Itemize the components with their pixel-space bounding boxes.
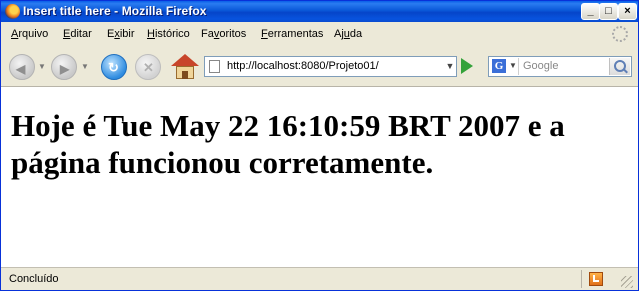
chevron-down-icon: ▼ <box>509 61 517 70</box>
menu-ajuda[interactable]: Ajuda <box>334 28 362 40</box>
stop-button[interactable]: ✕ <box>135 54 161 80</box>
firefox-icon <box>5 4 20 19</box>
search-engine-selector[interactable]: G ▼ <box>490 58 519 75</box>
menu-bar: Arquivo Editar Exibir Histórico Favorito… <box>1 22 638 47</box>
minimize-button[interactable]: _ <box>581 3 600 20</box>
menu-historico[interactable]: Histórico <box>147 28 190 40</box>
forward-arrow-icon: ▶ <box>60 62 70 76</box>
reload-button[interactable]: ↻ <box>101 54 127 80</box>
home-button[interactable] <box>171 54 199 80</box>
address-bar[interactable]: http://localhost:8080/Projeto01/ ▼ <box>204 56 457 77</box>
google-icon: G <box>492 59 506 73</box>
throbber-icon <box>612 26 628 42</box>
back-button[interactable]: ◀ <box>9 54 35 80</box>
menu-exibir[interactable]: Exibir <box>107 28 135 40</box>
back-arrow-icon: ◀ <box>16 62 26 76</box>
menu-editar[interactable]: Editar <box>63 28 92 40</box>
stop-icon: ✕ <box>143 60 154 75</box>
search-placeholder[interactable]: Google <box>523 60 558 72</box>
browser-window: Insert title here - Mozilla Firefox _ □ … <box>0 0 639 291</box>
page-content: Hoje é Tue May 22 16:10:59 BRT 2007 e a … <box>1 87 638 267</box>
address-value[interactable]: http://localhost:8080/Projeto01/ <box>227 60 379 72</box>
forward-history-dropdown[interactable]: ▼ <box>81 62 89 71</box>
home-icon <box>171 54 199 66</box>
menu-favoritos[interactable]: Favoritos <box>201 28 246 40</box>
address-dropdown[interactable]: ▼ <box>443 59 457 74</box>
status-text: Concluído <box>9 273 59 285</box>
title-bar[interactable]: Insert title here - Mozilla Firefox _ □ … <box>1 1 638 22</box>
reload-icon: ↻ <box>108 60 119 75</box>
maximize-button[interactable]: □ <box>599 3 618 20</box>
status-divider <box>581 270 582 288</box>
menu-arquivo[interactable]: Arquivo <box>11 28 48 40</box>
forward-button[interactable]: ▶ <box>51 54 77 80</box>
search-button[interactable] <box>609 58 630 75</box>
page-icon <box>209 60 220 73</box>
back-history-dropdown[interactable]: ▼ <box>38 62 46 71</box>
window-title: Insert title here - Mozilla Firefox <box>23 4 207 18</box>
page-heading: Hoje é Tue May 22 16:10:59 BRT 2007 e a … <box>11 108 565 180</box>
menu-ferramentas[interactable]: Ferramentas <box>261 28 323 40</box>
navigation-toolbar: ◀ ▼ ▶ ▼ ↻ ✕ http://localhost:8080/Projet… <box>1 46 638 87</box>
search-box[interactable]: G ▼ Google <box>488 56 632 77</box>
go-button[interactable] <box>461 58 473 74</box>
status-bar: Concluído <box>1 267 638 290</box>
resize-grip[interactable] <box>621 276 633 288</box>
close-button[interactable]: × <box>618 3 637 20</box>
update-icon[interactable] <box>589 272 603 286</box>
